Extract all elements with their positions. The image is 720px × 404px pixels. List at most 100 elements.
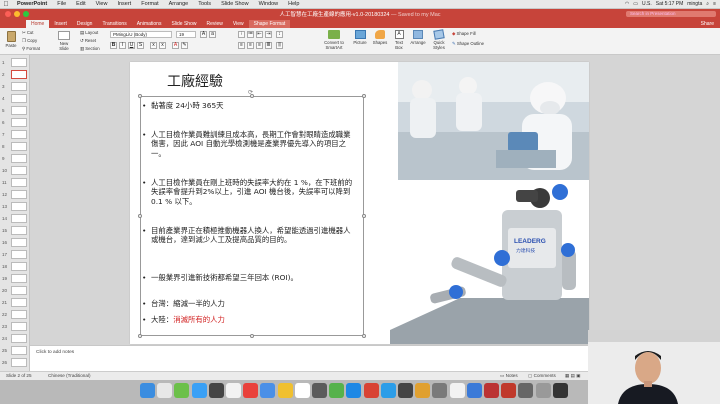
quick-styles-button[interactable]: Quick Styles [430,29,448,50]
shape-fill-button[interactable]: ◆ Shape Fill [452,31,476,37]
slide-thumbnail[interactable] [11,106,27,115]
terminal-icon[interactable] [208,383,224,398]
shrink-font-button[interactable]: a [209,31,216,38]
menu-tools[interactable]: Tools [193,1,216,7]
slide-thumbnail[interactable] [11,298,27,307]
slide-thumbnail[interactable] [11,214,27,223]
resize-handle[interactable] [362,94,366,98]
app-icon[interactable] [415,383,431,398]
folder-icon[interactable] [535,383,551,398]
slide-thumbnail[interactable] [11,310,27,319]
apple-icon[interactable]:  [0,1,12,8]
clock[interactable]: Sat 5:17 PM [656,1,684,7]
strikethrough-button[interactable]: S [137,42,144,49]
font-color-button[interactable]: A [172,42,179,49]
notes-placeholder[interactable]: Click to add notes [36,350,74,355]
decrease-indent-button[interactable]: ⇤ [256,31,263,38]
columns-button[interactable]: ⫼ [276,42,283,49]
convert-smartart-button[interactable]: Convert to SmartArt [320,30,348,50]
view-buttons[interactable]: ▦ ▤ ▣ [565,373,581,379]
factory-workers-photo[interactable] [398,62,589,180]
menu-view[interactable]: View [91,1,113,7]
slide-thumbnail[interactable] [11,166,27,175]
resize-handle[interactable] [362,214,366,218]
finder-icon[interactable] [380,383,396,398]
user-name[interactable]: mingta [687,1,702,7]
app-icon[interactable] [432,383,448,398]
acrobat-icon[interactable] [484,383,499,398]
safari-icon[interactable] [191,383,207,398]
font-size-dropdown[interactable]: 19 [176,31,196,38]
robot-arm-image[interactable]: LEADERG 力達科技 [390,180,589,344]
menu-edit[interactable]: Edit [71,1,90,7]
slide-thumbnail[interactable] [11,262,27,271]
app-icon[interactable] [466,383,482,398]
search-input[interactable]: Search in Presentation [626,11,716,17]
share-button[interactable]: Share [701,20,720,28]
tab-home[interactable]: Home [26,20,50,28]
slide-thumbnail[interactable] [11,82,27,91]
mail-icon[interactable] [260,383,276,398]
slide-thumbnail[interactable] [11,94,27,103]
layout-button[interactable]: ▤ Layout [80,30,98,36]
wifi-icon[interactable]: ◠ [625,1,629,7]
shapes-button[interactable]: Shapes [372,30,388,45]
app-icon[interactable] [449,383,465,398]
superscript-button[interactable]: x [150,42,157,49]
tab-insert[interactable]: Insert [49,20,72,28]
notes-icon[interactable] [277,383,293,398]
slide-thumbnail[interactable] [11,250,27,259]
slide-thumbnail[interactable] [11,358,27,367]
arrange-button[interactable]: Arrange [410,30,426,45]
slide-title[interactable]: 工廠經驗 [167,71,223,91]
resize-handle[interactable] [138,94,142,98]
slide-thumbnail[interactable] [11,322,27,331]
reset-button[interactable]: ↺ Reset [80,38,96,44]
comments-toggle[interactable]: ▢ Comments [528,373,556,379]
resize-handle[interactable] [138,334,142,338]
tab-slide-show[interactable]: Slide Show [166,20,201,28]
menu-arrange[interactable]: Arrange [164,1,194,7]
slide-thumbnail[interactable] [11,190,27,199]
numbering-button[interactable]: ≔ [247,31,254,38]
format-painter-button[interactable]: ⚲ Format [22,46,40,52]
menu-help[interactable]: Help [283,1,304,7]
tab-view[interactable]: View [228,20,249,28]
slide-thumbnail[interactable] [11,70,27,79]
justify-button[interactable]: ≣ [265,42,272,49]
resize-handle[interactable] [362,334,366,338]
slide-thumbnail-panel[interactable]: 1 2 3 4 5 6 7 8 9 10 11 12 13 14 15 16 17 18 19 20 21 22 23 24 2… [0,55,30,371]
menu-file[interactable]: File [52,1,71,7]
highlight-button[interactable]: ✎ [181,42,188,49]
spotlight-icon[interactable]: ⌕ [706,1,709,7]
slide-thumbnail[interactable] [11,238,27,247]
new-slide-button[interactable]: New Slide [56,31,72,51]
menu-window[interactable]: Window [254,1,284,7]
resize-handle[interactable] [250,334,254,338]
tab-design[interactable]: Design [72,20,98,28]
appstore-icon[interactable] [346,383,362,398]
rotate-handle-icon[interactable]: ⟳ [248,89,253,96]
maps-icon[interactable] [174,383,190,398]
font-name-dropdown[interactable]: PMingLiU (Body) [110,31,172,38]
slide-thumbnail[interactable] [11,178,27,187]
finder-icon[interactable] [140,383,155,398]
align-right-button[interactable]: ≡ [256,42,263,49]
slide-thumbnail[interactable] [11,226,27,235]
slide-thumbnail[interactable] [11,346,27,355]
calendar-icon[interactable] [294,383,310,398]
menu-format[interactable]: Format [136,1,163,7]
battery-icon[interactable]: ▭ [633,1,638,7]
input-source[interactable]: U.S. [642,1,652,7]
slide-thumbnail[interactable] [11,130,27,139]
app-icon[interactable] [518,383,534,398]
grow-font-button[interactable]: A [200,31,207,38]
increase-indent-button[interactable]: ⇥ [265,31,272,38]
notes-toggle[interactable]: ▭ Notes [500,373,518,379]
bullets-button[interactable]: ⁝ [238,31,245,38]
slide-thumbnail[interactable] [11,202,27,211]
messages-icon[interactable] [329,383,345,398]
slide-thumbnail[interactable] [11,274,27,283]
align-left-button[interactable]: ≡ [238,42,245,49]
menu-insert[interactable]: Insert [112,1,136,7]
